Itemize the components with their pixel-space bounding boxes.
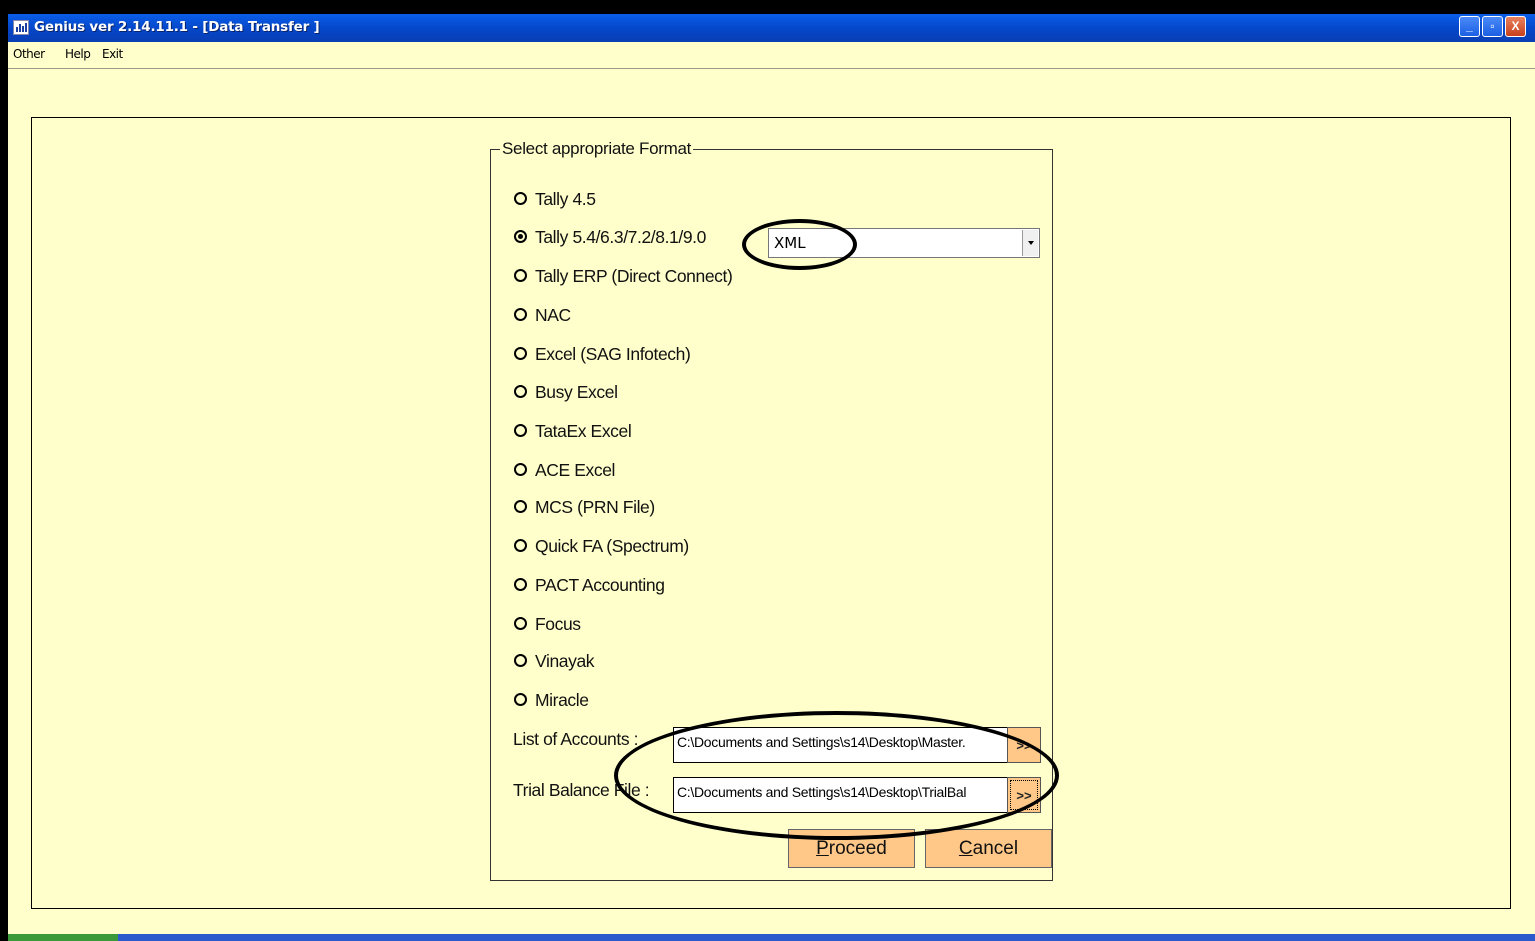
restore-button[interactable]: ▫ [1482, 16, 1503, 37]
format-option[interactable]: Vinayak [514, 651, 595, 673]
radio-unchecked-icon[interactable] [514, 578, 527, 592]
format-option-label: PACT Accounting [535, 575, 665, 595]
radio-unchecked-icon[interactable] [514, 192, 527, 206]
trial-balance-browse-button[interactable]: >> [1007, 777, 1041, 813]
radio-unchecked-icon[interactable] [514, 693, 527, 707]
menu-exit[interactable]: Exit [102, 47, 123, 61]
radio-unchecked-icon[interactable] [514, 347, 527, 361]
app-icon[interactable] [13, 20, 29, 35]
window-title: Genius ver 2.14.11.1 - [Data Transfer ] [34, 19, 320, 35]
trial-balance-label: Trial Balance File : [513, 780, 650, 800]
format-option-label: MCS (PRN File) [535, 497, 655, 517]
accounts-path-field[interactable]: C:\Documents and Settings\s14\Desktop\Ma… [673, 727, 1009, 763]
radio-unchecked-icon[interactable] [514, 654, 527, 668]
format-combo-value: XML [774, 234, 806, 252]
format-option[interactable]: ACE Excel [514, 460, 615, 482]
format-option[interactable]: MCS (PRN File) [514, 497, 655, 519]
title-bar[interactable]: Genius ver 2.14.11.1 - [Data Transfer ] … [8, 14, 1535, 42]
radio-unchecked-icon[interactable] [514, 463, 527, 477]
format-option[interactable]: NAC [514, 305, 571, 327]
format-option[interactable]: Tally 4.5 [514, 189, 596, 211]
accounts-browse-button[interactable]: >> [1007, 727, 1041, 763]
format-option[interactable]: Focus [514, 614, 581, 636]
trial-balance-path-field[interactable]: C:\Documents and Settings\s14\Desktop\Tr… [673, 777, 1009, 813]
format-option[interactable]: PACT Accounting [514, 575, 665, 597]
groupbox-legend: Select appropriate Format [500, 139, 694, 159]
radio-unchecked-icon[interactable] [514, 308, 527, 322]
cancel-mnemonic: C [958, 838, 973, 859]
format-option-label: Quick FA (Spectrum) [535, 536, 689, 556]
format-option-label: Focus [535, 614, 581, 634]
minimize-button[interactable]: _ [1459, 16, 1480, 37]
radio-unchecked-icon[interactable] [514, 424, 527, 438]
format-option[interactable]: Miracle [514, 690, 589, 712]
chevron-down-icon[interactable] [1022, 230, 1038, 256]
cancel-label: ancel [972, 838, 1019, 859]
radio-checked-icon[interactable] [514, 230, 527, 244]
proceed-label: roceed [828, 838, 887, 859]
format-option-label: Vinayak [535, 651, 595, 671]
format-option[interactable]: Tally 5.4/6.3/7.2/8.1/9.0 [514, 227, 706, 249]
radio-unchecked-icon[interactable] [514, 269, 527, 283]
format-option-label: Tally 5.4/6.3/7.2/8.1/9.0 [535, 227, 706, 247]
menu-bar: Other Help Exit [8, 42, 1535, 69]
format-option[interactable]: Busy Excel [514, 382, 618, 404]
menu-help[interactable]: Help [65, 47, 91, 61]
format-option[interactable]: Quick FA (Spectrum) [514, 536, 689, 558]
format-option-label: NAC [535, 305, 571, 325]
taskbar-strip [8, 934, 1535, 941]
proceed-mnemonic: P [816, 838, 829, 859]
format-option-label: Busy Excel [535, 382, 618, 402]
close-button[interactable]: X [1505, 16, 1526, 37]
format-option[interactable]: Tally ERP (Direct Connect) [514, 266, 733, 288]
menu-other[interactable]: Other [13, 47, 45, 61]
accounts-label: List of Accounts : [513, 729, 639, 749]
format-combo[interactable]: XML [768, 228, 1040, 258]
format-option-label: Miracle [535, 690, 589, 710]
cancel-button[interactable]: Cancel [925, 829, 1052, 868]
format-option-label: ACE Excel [535, 460, 616, 480]
format-option-label: TataEx Excel [535, 421, 632, 441]
format-option-label: Tally 4.5 [535, 189, 596, 209]
radio-unchecked-icon[interactable] [514, 539, 527, 553]
radio-unchecked-icon[interactable] [514, 500, 527, 514]
format-option[interactable]: TataEx Excel [514, 421, 632, 443]
taskbar-start [8, 934, 118, 941]
format-option-label: Tally ERP (Direct Connect) [535, 266, 733, 286]
proceed-button[interactable]: Proceed [788, 829, 915, 868]
radio-unchecked-icon[interactable] [514, 617, 527, 631]
format-option-label: Excel (SAG Infotech) [535, 344, 691, 364]
radio-unchecked-icon[interactable] [514, 385, 527, 399]
format-option[interactable]: Excel (SAG Infotech) [514, 344, 691, 366]
